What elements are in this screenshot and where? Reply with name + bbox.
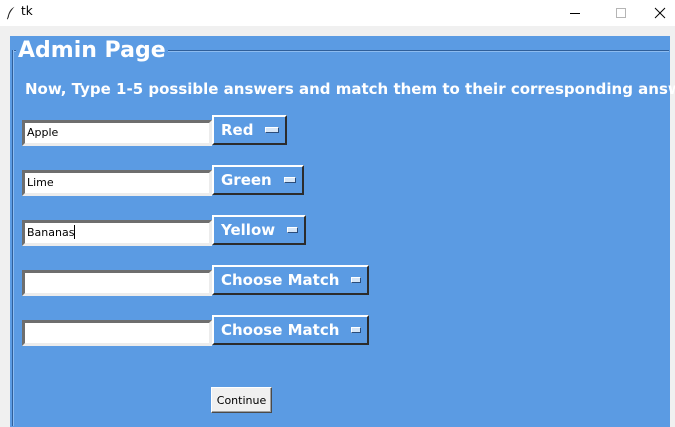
answer-input-5[interactable] (22, 320, 212, 346)
answer-input-1[interactable]: Apple (22, 120, 212, 146)
answer-input-3[interactable]: Bananas (22, 220, 212, 246)
admin-panel: Admin Page Now, Type 1-5 possible answer… (10, 36, 675, 427)
continue-button[interactable]: Continue (211, 387, 272, 413)
answer-text: Bananas (27, 226, 75, 239)
page-title: Admin Page (16, 37, 168, 65)
close-button[interactable] (644, 0, 675, 26)
dropdown-indicator-icon (265, 127, 279, 133)
match-dropdown-3[interactable]: Yellow (212, 215, 306, 245)
dropdown-indicator-icon (287, 227, 298, 233)
maximize-icon (616, 8, 626, 18)
match-dropdown-5[interactable]: Choose Match (212, 315, 369, 345)
minimize-button[interactable] (552, 0, 598, 26)
window-client-area: Admin Page Now, Type 1-5 possible answer… (0, 26, 675, 427)
window-titlebar: tk (0, 0, 675, 26)
match-dropdown-4[interactable]: Choose Match (212, 265, 369, 295)
match-dropdown-1[interactable]: Red (212, 115, 287, 145)
answer-input-4[interactable] (22, 270, 212, 296)
dropdown-indicator-icon (283, 177, 296, 183)
match-dropdown-label: Yellow (221, 221, 276, 239)
minimize-icon (570, 13, 580, 14)
match-dropdown-label: Red (221, 121, 254, 139)
answer-input-2[interactable]: Lime (22, 170, 212, 196)
maximize-button[interactable] (598, 0, 644, 26)
window-title: tk (21, 4, 33, 18)
instruction-text: Now, Type 1-5 possible answers and match… (25, 80, 675, 98)
dropdown-indicator-icon (351, 327, 361, 333)
feather-icon (6, 5, 16, 20)
text-cursor (74, 225, 76, 239)
match-dropdown-2[interactable]: Green (212, 165, 304, 195)
frame-border-left (12, 50, 14, 426)
dropdown-indicator-icon (351, 277, 361, 283)
match-dropdown-label: Choose Match (221, 271, 340, 289)
match-dropdown-label: Choose Match (221, 321, 340, 339)
match-dropdown-label: Green (221, 171, 272, 189)
close-icon (654, 7, 665, 19)
